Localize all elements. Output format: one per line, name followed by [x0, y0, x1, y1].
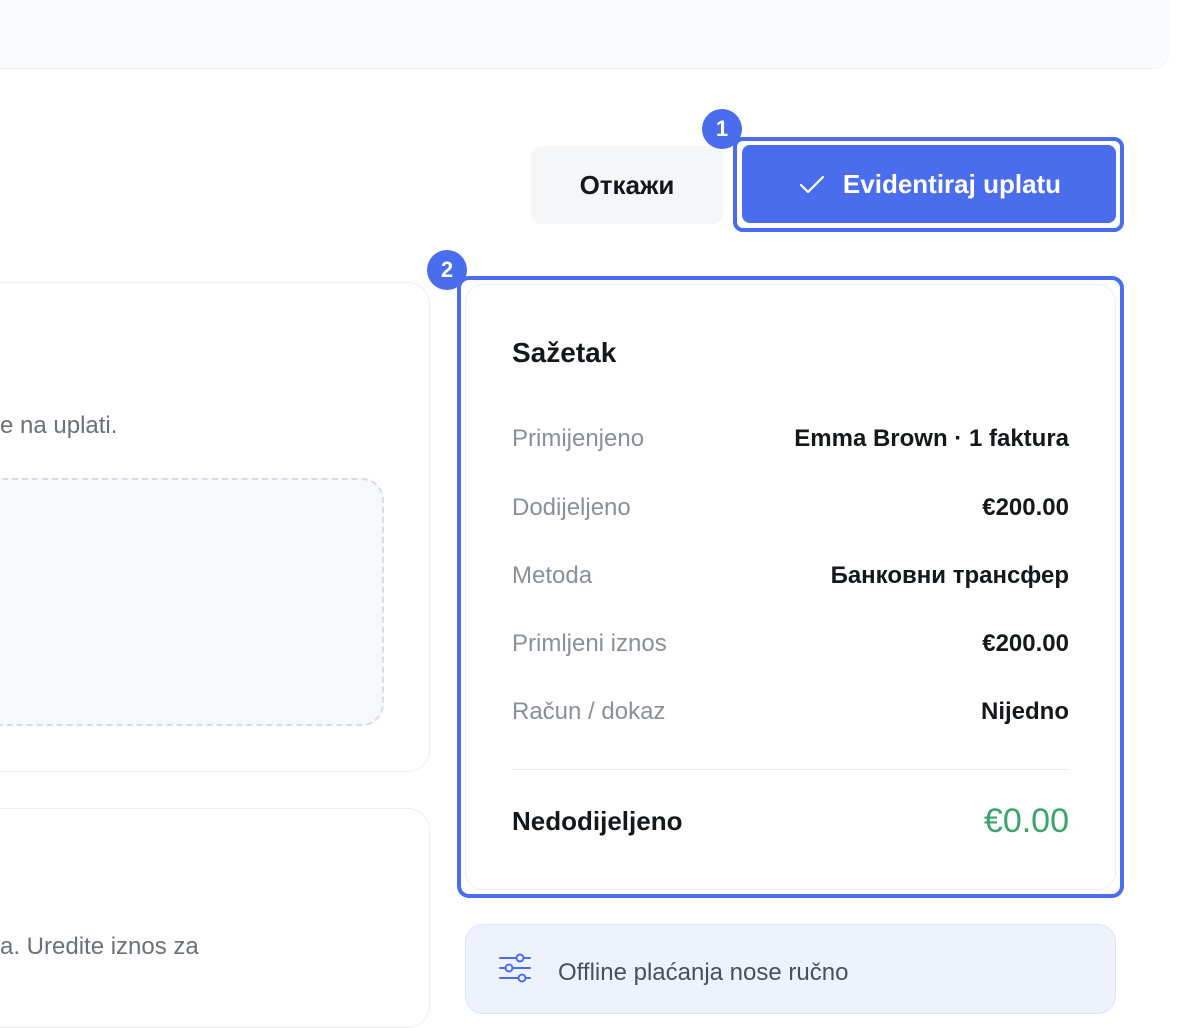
summary-row-label: Metoda	[512, 562, 593, 589]
offline-payment-note-text: Offline plaćanja nose ručno	[558, 959, 849, 986]
cancel-button[interactable]: Откажи	[531, 146, 723, 224]
summary-divider	[512, 769, 1069, 770]
summary-total-row: Nedodijeljeno €0.00	[512, 799, 1069, 843]
summary-row-method: Metoda Банковни трансфер	[512, 559, 1069, 593]
summary-row-label: Primijenjeno	[512, 425, 645, 452]
summary-row-label: Primljeni iznos	[512, 630, 667, 657]
summary-title: Sažetak	[512, 337, 617, 368]
summary-row-label: Račun / dokaz	[512, 698, 666, 725]
unallocated-value: €0.00	[983, 801, 1069, 840]
allocation-hint: a. Uredite iznos za	[0, 933, 199, 960]
check-icon	[799, 175, 825, 194]
summary-row-value: Emma Brown · 1 faktura	[794, 425, 1069, 452]
file-dropzone[interactable]	[0, 478, 384, 726]
summary-card: Sažetak Primijenjeno Emma Brown · 1 fakt…	[465, 284, 1116, 890]
summary-row-label: Dodijeljeno	[512, 494, 631, 521]
summary-row-value: Банковни трансфер	[830, 562, 1069, 589]
unallocated-label: Nedodijeljeno	[512, 805, 683, 836]
annotation-badge-1: 1	[702, 109, 742, 149]
payment-details-hint: e na uplati.	[0, 412, 118, 439]
summary-row-value: Nijedno	[981, 698, 1069, 725]
offline-payment-note: Offline plaćanja nose ručno	[465, 924, 1116, 1014]
summary-row-receipt: Račun / dokaz Nijedno	[512, 695, 1069, 729]
allocation-card	[0, 808, 430, 1028]
summary-row-value: €200.00	[982, 494, 1069, 521]
summary-row-applied: Primijenjeno Emma Brown · 1 faktura	[512, 422, 1069, 456]
top-bar	[0, 0, 1170, 68]
record-payment-label: Evidentiraj uplatu	[842, 168, 1062, 199]
annotation-badge-2: 2	[427, 250, 467, 290]
summary-row-value: €200.00	[982, 630, 1069, 657]
summary-row-allocated: Dodijeljeno €200.00	[512, 491, 1069, 525]
record-payment-button[interactable]: Evidentiraj uplatu	[742, 145, 1116, 223]
summary-row-received-amount: Primljeni iznos €200.00	[512, 627, 1069, 661]
sliders-icon	[499, 953, 531, 983]
